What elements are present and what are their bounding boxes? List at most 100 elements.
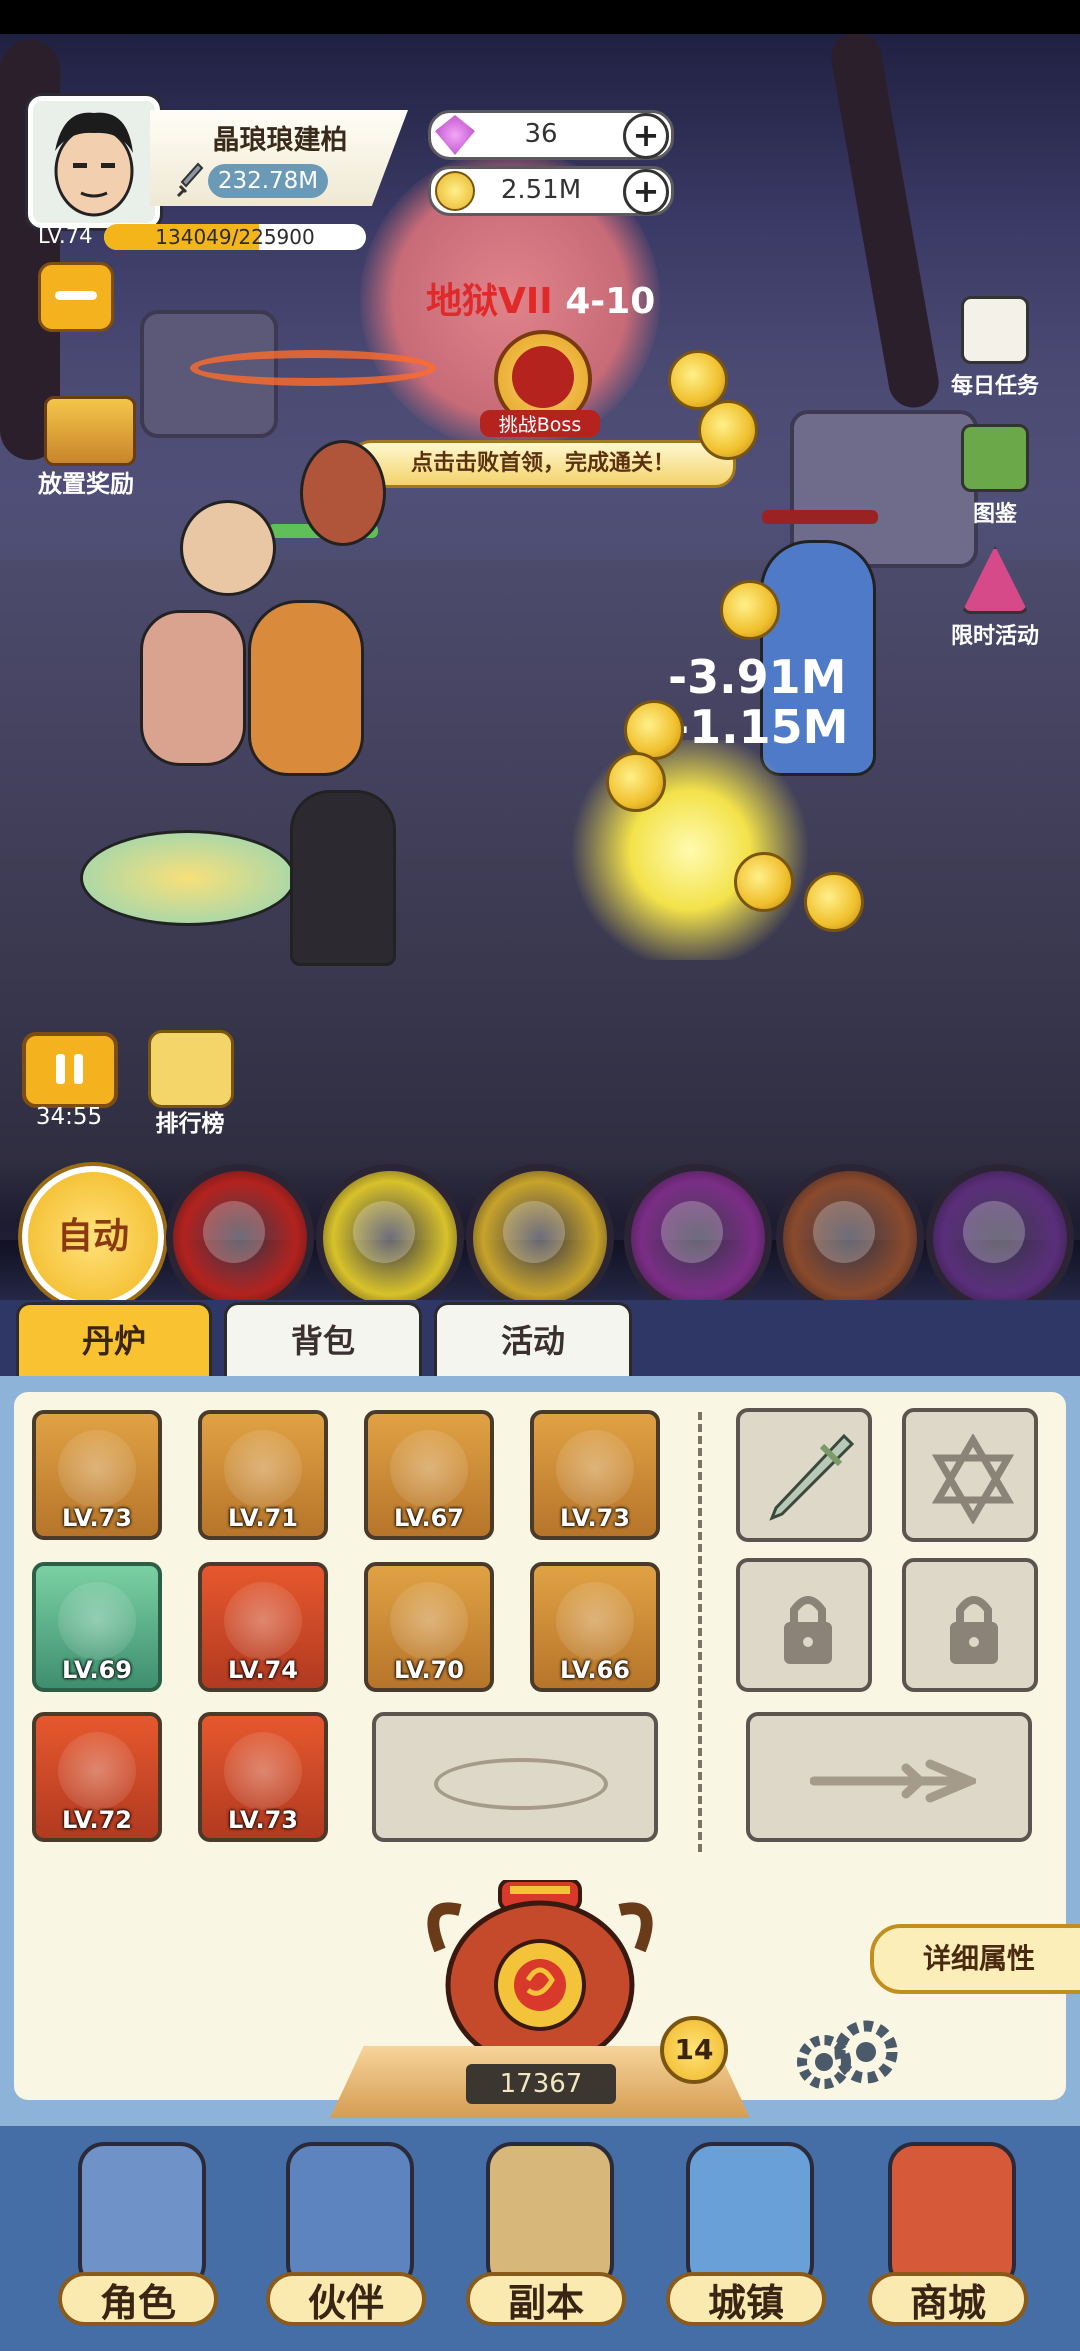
nav-label: 角色 — [58, 2272, 218, 2326]
damage-number: -1.15M — [670, 700, 849, 754]
locked-side-slot[interactable] — [902, 1558, 1038, 1692]
equipment-level: LV.72 — [62, 1806, 132, 1834]
gold-coin-drop[interactable] — [624, 700, 684, 760]
trident-icon — [810, 1759, 976, 1803]
equipment-slot[interactable]: LV.73 — [530, 1410, 660, 1540]
stage-realm: 地狱VII — [426, 281, 553, 322]
leaderboard-label[interactable]: 排行榜 — [140, 1104, 240, 1138]
add-gold-button[interactable]: + — [623, 169, 669, 215]
shop-icon — [888, 2142, 1016, 2290]
tab-furnace[interactable]: 丹炉 — [16, 1302, 212, 1377]
auto-battle-button[interactable]: 自动 — [22, 1166, 164, 1308]
daily-task-button[interactable]: 每日任务 — [940, 296, 1050, 400]
gold-coin-drop[interactable] — [698, 400, 758, 460]
scroll-icon — [486, 2142, 614, 2290]
nav-label: 副本 — [466, 2272, 626, 2326]
lock-icon — [784, 1596, 832, 1664]
staff-icon — [58, 1430, 136, 1508]
gold-counter: 2.51M + — [428, 166, 674, 216]
gold-coin-drop[interactable] — [720, 580, 780, 640]
ally-warrior-character — [300, 440, 386, 546]
equipment-slot[interactable]: LV.66 — [530, 1562, 660, 1692]
equipment-level: LV.73 — [62, 1504, 132, 1532]
collapse-button[interactable] — [38, 262, 114, 332]
nav-item-character[interactable]: 角色 — [48, 2142, 228, 2342]
equipment-level: LV.74 — [228, 1656, 298, 1684]
equipment-slot[interactable]: LV.73 — [32, 1410, 162, 1540]
player-level: LV.74 — [38, 224, 93, 248]
gem-counter: 36 + — [428, 110, 674, 160]
limited-event-button[interactable]: 限时活动 — [940, 546, 1050, 650]
jade-sword-icon — [769, 1433, 855, 1521]
equipment-slot[interactable]: LV.67 — [364, 1410, 494, 1540]
leaderboard-icon[interactable] — [148, 1030, 234, 1108]
locked-side-slot[interactable] — [736, 1558, 872, 1692]
furnace-level-badge[interactable]: 14 — [660, 2016, 728, 2084]
partner-icon — [286, 2142, 414, 2290]
player-name: 晶琅琅建柏 — [212, 125, 348, 156]
gold-coin-drop[interactable] — [606, 752, 666, 812]
ally-monk-character — [180, 500, 276, 596]
nav-label: 商城 — [868, 2272, 1028, 2326]
gear-icon[interactable] — [790, 2016, 900, 2096]
idle-reward-label[interactable]: 放置奖励 — [16, 464, 156, 499]
pause-button[interactable] — [22, 1032, 118, 1108]
treasure-chest-icon[interactable] — [44, 396, 136, 466]
robe-icon — [390, 1430, 468, 1508]
lightning-skill-button[interactable] — [316, 1164, 464, 1312]
shoulder-armor-icon — [390, 1582, 468, 1660]
equipment-level: LV.73 — [560, 1504, 630, 1532]
ally-official-character — [290, 790, 396, 966]
codex-button[interactable]: 图鉴 — [940, 424, 1050, 528]
enemy-hp-bar — [762, 510, 878, 524]
furnace-count: 17367 — [466, 2064, 616, 2104]
book-icon — [961, 424, 1029, 492]
gold-coin-drop[interactable] — [804, 872, 864, 932]
equipment-slot[interactable]: LV.70 — [364, 1562, 494, 1692]
stage-title: 地狱VII 4-10 — [426, 272, 655, 324]
gold-coin-icon — [435, 171, 475, 211]
gold-coin-drop[interactable] — [734, 852, 794, 912]
side-slot[interactable] — [736, 1408, 872, 1542]
nav-item-partner[interactable]: 伙伴 — [256, 2142, 436, 2342]
empty-equipment-slot[interactable] — [372, 1712, 658, 1842]
sword-icon — [176, 162, 206, 198]
dashed-divider — [698, 1412, 702, 1852]
purple-vortex-skill-button[interactable] — [624, 1164, 772, 1312]
battle-timer: 34:55 — [35, 1104, 103, 1130]
sword-rain-skill-button[interactable] — [466, 1164, 614, 1312]
demon-mask-icon — [512, 346, 574, 408]
side-slot[interactable] — [902, 1408, 1038, 1542]
equipment-level: LV.66 — [560, 1656, 630, 1684]
detail-attributes-button[interactable]: 详细属性 — [870, 1924, 1080, 1994]
lightning-explosion-effect — [560, 740, 820, 960]
tornado-skill-button[interactable] — [776, 1164, 924, 1312]
sword-rain-skill-icon — [503, 1201, 565, 1263]
damage-number: -3.91M — [668, 650, 847, 704]
nav-item-scroll[interactable]: 副本 — [456, 2142, 636, 2342]
equipment-slot[interactable]: LV.71 — [198, 1410, 328, 1540]
nav-label: 城镇 — [666, 2272, 826, 2326]
nav-item-shop[interactable]: 商城 — [858, 2142, 1038, 2342]
equipment-slot[interactable]: LV.72 — [32, 1712, 162, 1842]
tab-activity[interactable]: 活动 — [434, 1302, 632, 1377]
boss-hint-banner[interactable]: 点击击败首领，完成通关！ — [350, 440, 736, 488]
equipment-level: LV.71 — [228, 1504, 298, 1532]
belt-icon — [58, 1732, 136, 1810]
weapon-slot[interactable] — [746, 1712, 1032, 1842]
red-slash-skill-button[interactable] — [166, 1164, 314, 1312]
nav-item-town[interactable]: 城镇 — [656, 2142, 836, 2342]
player-avatar[interactable] — [28, 96, 160, 228]
add-gems-button[interactable]: + — [623, 113, 669, 159]
equipment-level: LV.70 — [394, 1656, 464, 1684]
purple-orb-skill-button[interactable] — [926, 1164, 1074, 1312]
equipment-slot[interactable]: LV.73 — [198, 1712, 328, 1842]
tab-backpack[interactable]: 背包 — [224, 1302, 422, 1377]
equipment-level: LV.67 — [394, 1504, 464, 1532]
shiba-dog-character — [248, 600, 364, 776]
lotus-icon — [58, 1582, 136, 1660]
character-icon — [78, 2142, 206, 2290]
equipment-slot[interactable]: LV.69 — [32, 1562, 162, 1692]
equipment-slot[interactable]: LV.74 — [198, 1562, 328, 1692]
nav-label: 伙伴 — [266, 2272, 426, 2326]
